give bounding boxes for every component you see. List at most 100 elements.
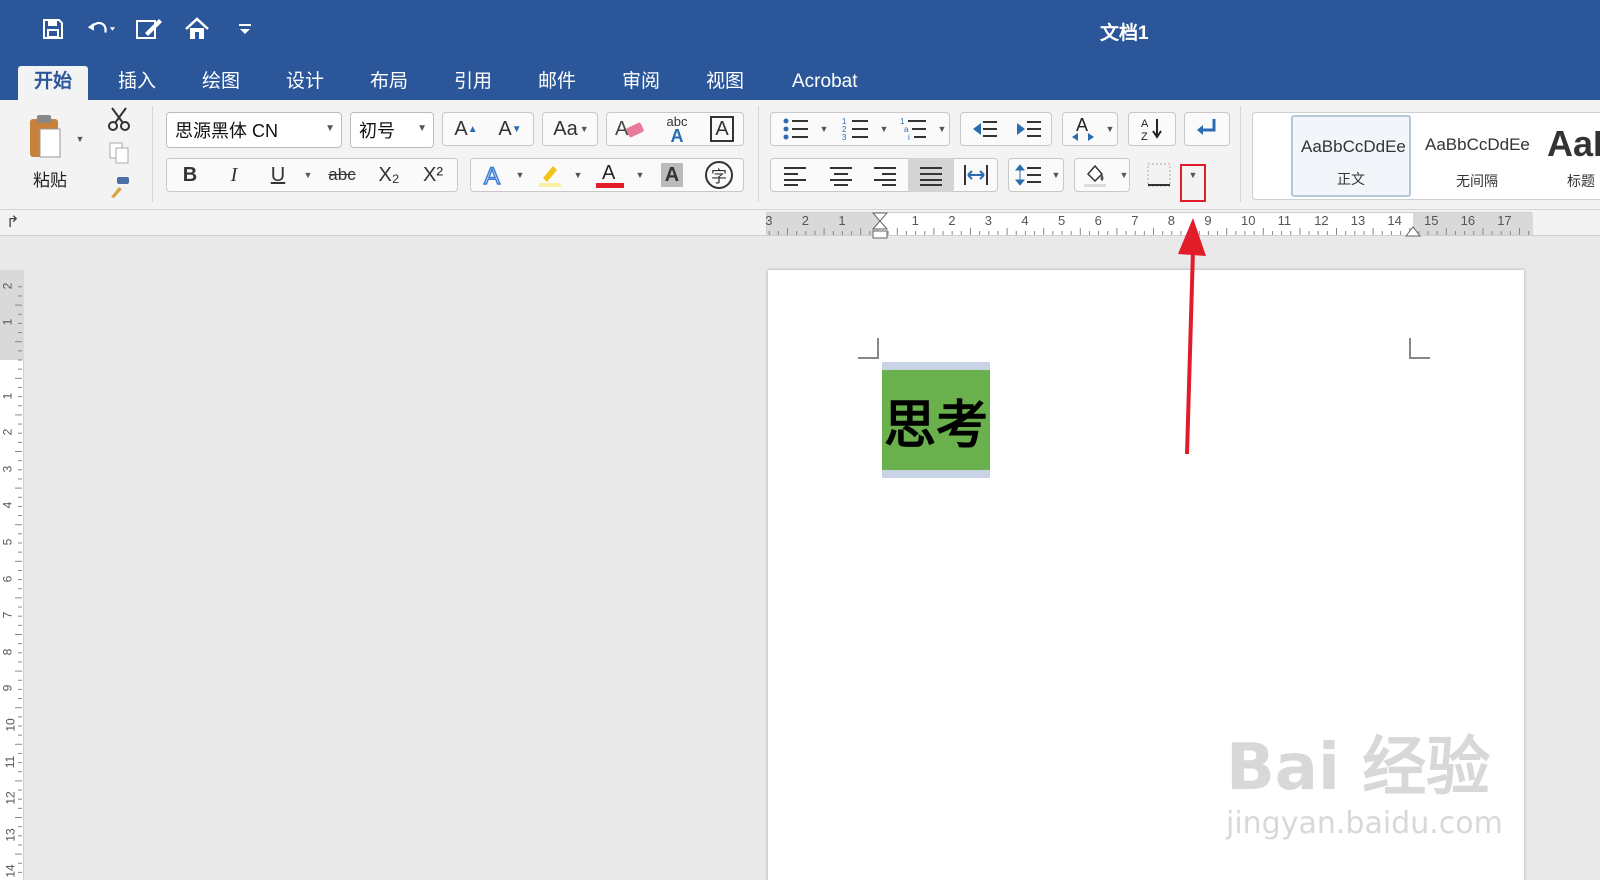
line-spacing-dropdown[interactable]: ▼	[1048, 158, 1062, 192]
svg-text:Z: Z	[1141, 131, 1148, 143]
change-case-button[interactable]: Aa ▼	[546, 112, 596, 146]
char-shading-button[interactable]: A	[652, 158, 692, 192]
tab-draw[interactable]: 绘图	[186, 66, 256, 100]
text-direction-icon[interactable]: A	[1064, 112, 1102, 146]
font-color-icon[interactable]: A	[590, 158, 630, 192]
ruler-number: 3	[984, 213, 993, 228]
clear-formatting-icon[interactable]: A	[610, 112, 652, 146]
vertical-ruler[interactable]: 2 1 1 2 3 4 5 6 7 8 9 10 11 12 13 14	[0, 270, 24, 880]
tab-mailings[interactable]: 邮件	[522, 66, 592, 100]
tab-acrobat[interactable]: Acrobat	[776, 66, 873, 100]
undo-icon[interactable]	[86, 14, 116, 44]
tab-design[interactable]: 设计	[270, 66, 340, 100]
customize-icon[interactable]	[230, 14, 260, 44]
superscript-button[interactable]: X²	[412, 158, 454, 192]
enclosed-char-label: 字	[705, 161, 733, 189]
multilevel-list-icon[interactable]: 1ai	[894, 112, 934, 146]
text-effects-dropdown[interactable]: ▼	[512, 158, 526, 192]
grow-font-button[interactable]: A ▲	[446, 112, 486, 146]
ruler-number: 2	[801, 213, 810, 228]
top-left-margin-corner-icon	[858, 338, 879, 359]
increase-indent-icon[interactable]	[1008, 112, 1050, 146]
cut-icon[interactable]	[104, 102, 134, 136]
style-heading-sample: AaI	[1547, 123, 1600, 164]
watermark-url: jingyan.baidu.com	[1226, 806, 1503, 841]
highlight-icon[interactable]	[530, 158, 570, 192]
font-size-field[interactable]: 初号 ▼	[350, 112, 434, 148]
decrease-indent-icon[interactable]	[964, 112, 1006, 146]
tab-home[interactable]: 开始	[18, 66, 89, 100]
ruler-number: 13	[1350, 213, 1366, 228]
format-painter-icon[interactable]	[104, 170, 134, 204]
shrink-font-button[interactable]: A ▼	[490, 112, 530, 146]
ruler-number: 3	[765, 213, 773, 228]
distributed-icon[interactable]	[956, 158, 996, 192]
shading-icon[interactable]	[1076, 158, 1114, 192]
char-border-button[interactable]: A	[702, 112, 742, 146]
group-divider	[152, 106, 153, 202]
borders-icon[interactable]	[1140, 158, 1178, 192]
ruler-number: 4	[1021, 213, 1029, 228]
highlight-annotation-box	[1180, 164, 1206, 202]
save-icon[interactable]	[38, 14, 68, 44]
bullets-icon[interactable]	[774, 112, 818, 146]
underline-button[interactable]: U	[258, 158, 298, 192]
document-title: 文档1	[1100, 23, 1149, 44]
numbering-icon[interactable]: 123	[834, 112, 878, 146]
svg-text:3: 3	[842, 133, 847, 142]
subscript-button[interactable]: X₂	[368, 158, 410, 192]
strikethrough-button[interactable]: abc	[320, 158, 364, 192]
char-border-label: A	[710, 116, 734, 142]
tab-insert[interactable]: 插入	[102, 66, 172, 100]
style-normal[interactable]: AaBbCcDdEe 正文	[1291, 115, 1411, 197]
tab-review[interactable]: 审阅	[606, 66, 676, 100]
font-color-dropdown[interactable]: ▼	[632, 158, 646, 192]
line-spacing-icon[interactable]	[1010, 158, 1048, 192]
paste-dropdown[interactable]: ▼	[72, 122, 86, 156]
tab-selector-icon[interactable]: ↱	[6, 212, 19, 232]
bold-button[interactable]: B	[170, 158, 210, 192]
ruler-number: 1	[911, 213, 919, 228]
paragraph-mark-icon[interactable]	[1186, 112, 1228, 146]
tab-layout[interactable]: 布局	[354, 66, 424, 100]
style-heading[interactable]: AaI 标题	[1543, 115, 1600, 197]
spelling-button[interactable]: abc A	[656, 112, 698, 146]
indent-marker-icon[interactable]	[871, 211, 889, 241]
selected-text-block[interactable]: 思考	[882, 362, 990, 478]
style-no-spacing[interactable]: AaBbCcDdEe 无间隔	[1417, 115, 1537, 197]
vertical-ruler-number: 3	[0, 465, 15, 473]
highlight-dropdown[interactable]: ▼	[570, 158, 584, 192]
paste-button[interactable]	[22, 108, 70, 164]
tab-references[interactable]: 引用	[438, 66, 508, 100]
red-arrow-icon	[1178, 218, 1206, 454]
right-indent-marker-icon[interactable]	[1405, 225, 1421, 237]
numbering-dropdown[interactable]: ▼	[876, 112, 890, 146]
align-center-icon[interactable]	[820, 158, 862, 192]
edit-doc-icon[interactable]	[134, 14, 164, 44]
sort-icon[interactable]: AZ	[1130, 112, 1174, 146]
align-left-icon[interactable]	[774, 158, 816, 192]
font-name-field[interactable]: 思源黑体 CN ▼	[166, 112, 342, 148]
italic-button[interactable]: I	[214, 158, 254, 192]
text-effects-icon[interactable]: A	[474, 158, 514, 192]
align-right-icon[interactable]	[864, 158, 906, 192]
svg-text:A: A	[1076, 115, 1088, 135]
group-divider	[758, 106, 759, 202]
horizontal-ruler[interactable]: 3 2 1 1 2 3 4 5 6 7 8 9 10 11 12 13 14 15 16 17	[765, 212, 1533, 239]
home-icon[interactable]	[182, 14, 212, 44]
copy-icon[interactable]	[104, 136, 134, 170]
font-name-value: 思源黑体 CN	[175, 121, 278, 141]
text-direction-dropdown[interactable]: ▼	[1102, 112, 1116, 146]
justify-icon[interactable]	[908, 158, 954, 192]
underline-dropdown[interactable]: ▼	[300, 158, 314, 192]
ruler-number: 16	[1460, 213, 1476, 228]
quick-access-toolbar	[38, 14, 260, 44]
enclosed-char-button[interactable]: 字	[698, 158, 740, 192]
shading-dropdown[interactable]: ▼	[1116, 158, 1130, 192]
ruler-number: 5	[1058, 213, 1066, 228]
tab-view[interactable]: 视图	[690, 66, 760, 100]
multilevel-dropdown[interactable]: ▼	[934, 112, 948, 146]
vertical-ruler-number: 9	[0, 685, 15, 692]
highlighted-text[interactable]: 思考	[882, 370, 990, 470]
bullets-dropdown[interactable]: ▼	[816, 112, 830, 146]
